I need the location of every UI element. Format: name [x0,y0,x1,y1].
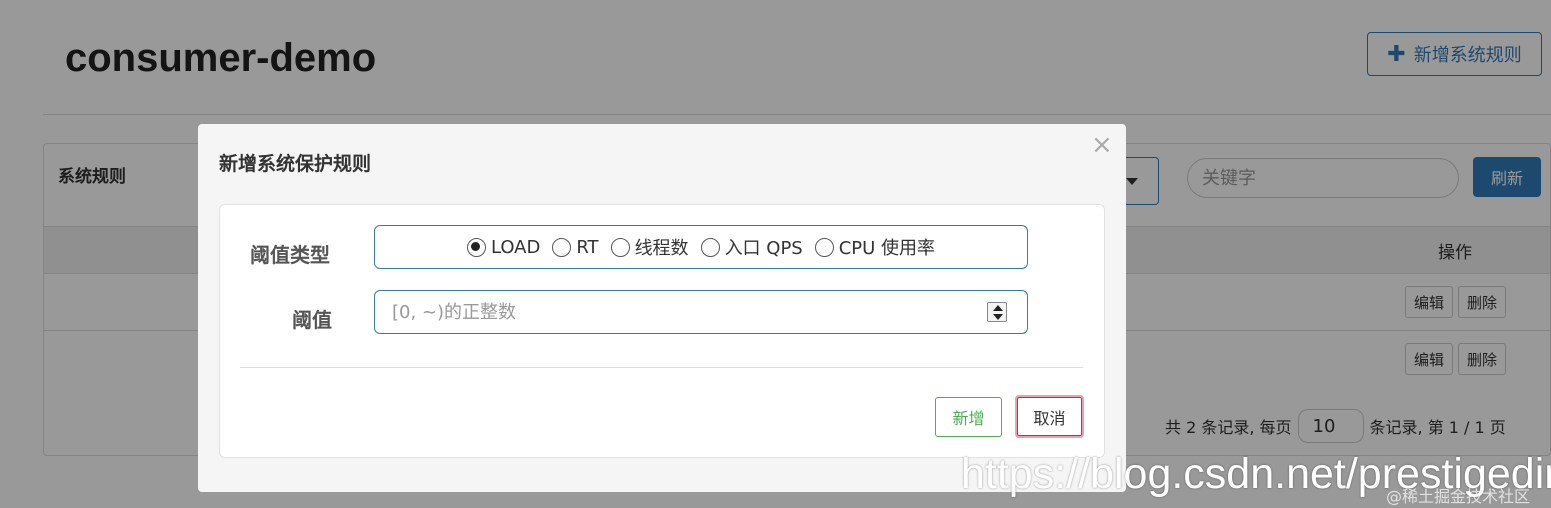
radio-label: 入口 QPS [724,238,803,259]
add-system-rule-dialog: 新增系统保护规则 × 阈值类型 LOAD RT 线程数 入口 QPS CPU 使… [198,124,1126,492]
radio-unchecked-icon[interactable] [552,237,572,257]
radio-option-load[interactable]: LOAD [466,236,541,258]
threshold-type-label: 阈值类型 [250,243,330,267]
close-icon[interactable]: × [1091,132,1113,158]
watermark-community: @稀土掘金技术社区 [1386,487,1531,506]
save-button[interactable]: 新增 [935,397,1002,437]
form-divider [240,367,1083,368]
radio-label: 线程数 [634,238,689,259]
radio-unchecked-icon[interactable] [814,237,834,257]
radio-label: RT [576,236,599,258]
radio-option-rt[interactable]: RT [552,236,599,258]
radio-label: CPU 使用率 [838,238,936,259]
radio-option-thread[interactable]: 线程数 [610,234,689,260]
number-spinner[interactable] [987,302,1007,322]
cancel-button[interactable]: 取消 [1015,395,1084,438]
threshold-field [374,290,1028,334]
spin-up-icon[interactable] [993,305,1003,311]
radio-option-qps[interactable]: 入口 QPS [700,234,803,260]
spin-down-icon[interactable] [993,314,1003,320]
dialog-title: 新增系统保护规则 [219,153,372,175]
radio-label: LOAD [490,236,541,258]
radio-checked-icon[interactable] [466,237,486,257]
threshold-input[interactable] [375,291,975,333]
radio-unchecked-icon[interactable] [610,237,630,257]
threshold-label: 阈值 [292,308,332,332]
radio-option-cpu[interactable]: CPU 使用率 [814,234,936,260]
dialog-form: 阈值类型 LOAD RT 线程数 入口 QPS CPU 使用率 阈值 [0, ~… [219,204,1105,458]
radio-unchecked-icon[interactable] [700,237,720,257]
threshold-type-radio-group: LOAD RT 线程数 入口 QPS CPU 使用率 [374,225,1028,269]
